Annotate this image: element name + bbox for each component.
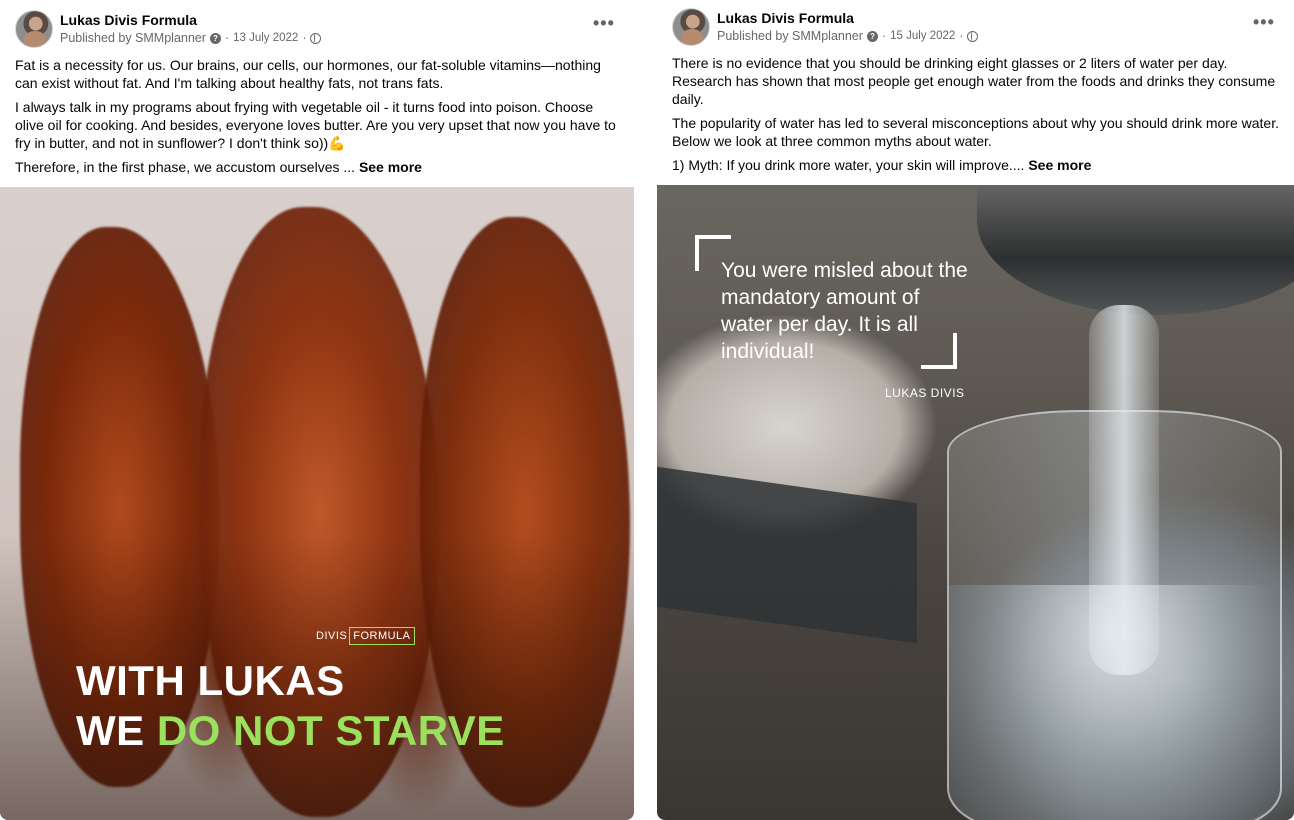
brand-logo: DIVIS FORMULA xyxy=(316,627,415,645)
post-card-1: Lukas Divis Formula Published by SMMplan… xyxy=(0,0,634,820)
see-more-link[interactable]: See more xyxy=(1028,157,1091,173)
post-date[interactable]: 15 July 2022 xyxy=(890,30,955,42)
avatar[interactable] xyxy=(672,8,710,46)
author-name[interactable]: Lukas Divis Formula xyxy=(717,10,854,26)
post-card-2: Lukas Divis Formula Published by SMMplan… xyxy=(657,0,1294,820)
image-signature: LUKAS DIVIS xyxy=(885,386,965,400)
post-image[interactable]: DIVIS FORMULA WITH LUKAS WE DO NOT STARV… xyxy=(0,187,634,820)
help-icon[interactable]: ? xyxy=(866,30,878,42)
see-more-link[interactable]: See more xyxy=(359,159,422,175)
paragraph: Fat is a necessity for us. Our brains, o… xyxy=(15,57,601,91)
water-stream xyxy=(1089,305,1159,675)
author-name[interactable]: Lukas Divis Formula xyxy=(60,12,197,28)
globe-icon xyxy=(967,30,979,42)
post-meta: Published by SMMplanner ? · 13 July 2022… xyxy=(60,31,322,45)
published-by: Published by SMMplanner xyxy=(60,31,206,45)
post-date[interactable]: 13 July 2022 xyxy=(233,32,298,44)
post-image[interactable]: You were misled about the mandatory amou… xyxy=(657,185,1294,820)
paragraph: The popularity of water has led to sever… xyxy=(672,115,1279,149)
paragraph: I always talk in my programs about fryin… xyxy=(15,99,616,151)
paragraph-truncated: Therefore, in the first phase, we accust… xyxy=(15,159,422,175)
separator-dot: · xyxy=(959,29,964,43)
globe-icon xyxy=(310,32,322,44)
separator-dot: · xyxy=(302,31,307,45)
published-by: Published by SMMplanner xyxy=(717,29,863,43)
avatar[interactable] xyxy=(15,10,53,48)
feed-gutter xyxy=(634,0,657,820)
post-text: Fat is a necessity for us. Our brains, o… xyxy=(0,52,634,176)
paragraph: There is no evidence that you should be … xyxy=(672,55,1276,107)
post-header: Lukas Divis Formula Published by SMMplan… xyxy=(0,0,634,52)
separator-dot: · xyxy=(881,29,887,43)
paragraph-truncated: 1) Myth: If you drink more water, your s… xyxy=(672,157,1092,173)
post-meta: Published by SMMplanner ? · 15 July 2022… xyxy=(717,29,979,43)
more-options-icon[interactable]: ••• xyxy=(593,14,615,32)
more-options-icon[interactable]: ••• xyxy=(1253,13,1275,31)
post-text: There is no evidence that you should be … xyxy=(657,52,1294,174)
image-headline-1: WITH LUKAS xyxy=(76,657,345,704)
post-header: Lukas Divis Formula Published by SMMplan… xyxy=(657,0,1294,52)
image-headline-2: WE DO NOT STARVE xyxy=(76,707,505,754)
image-quote: You were misled about the mandatory amou… xyxy=(721,259,968,363)
help-icon[interactable]: ? xyxy=(209,32,221,44)
separator-dot: · xyxy=(224,31,230,45)
